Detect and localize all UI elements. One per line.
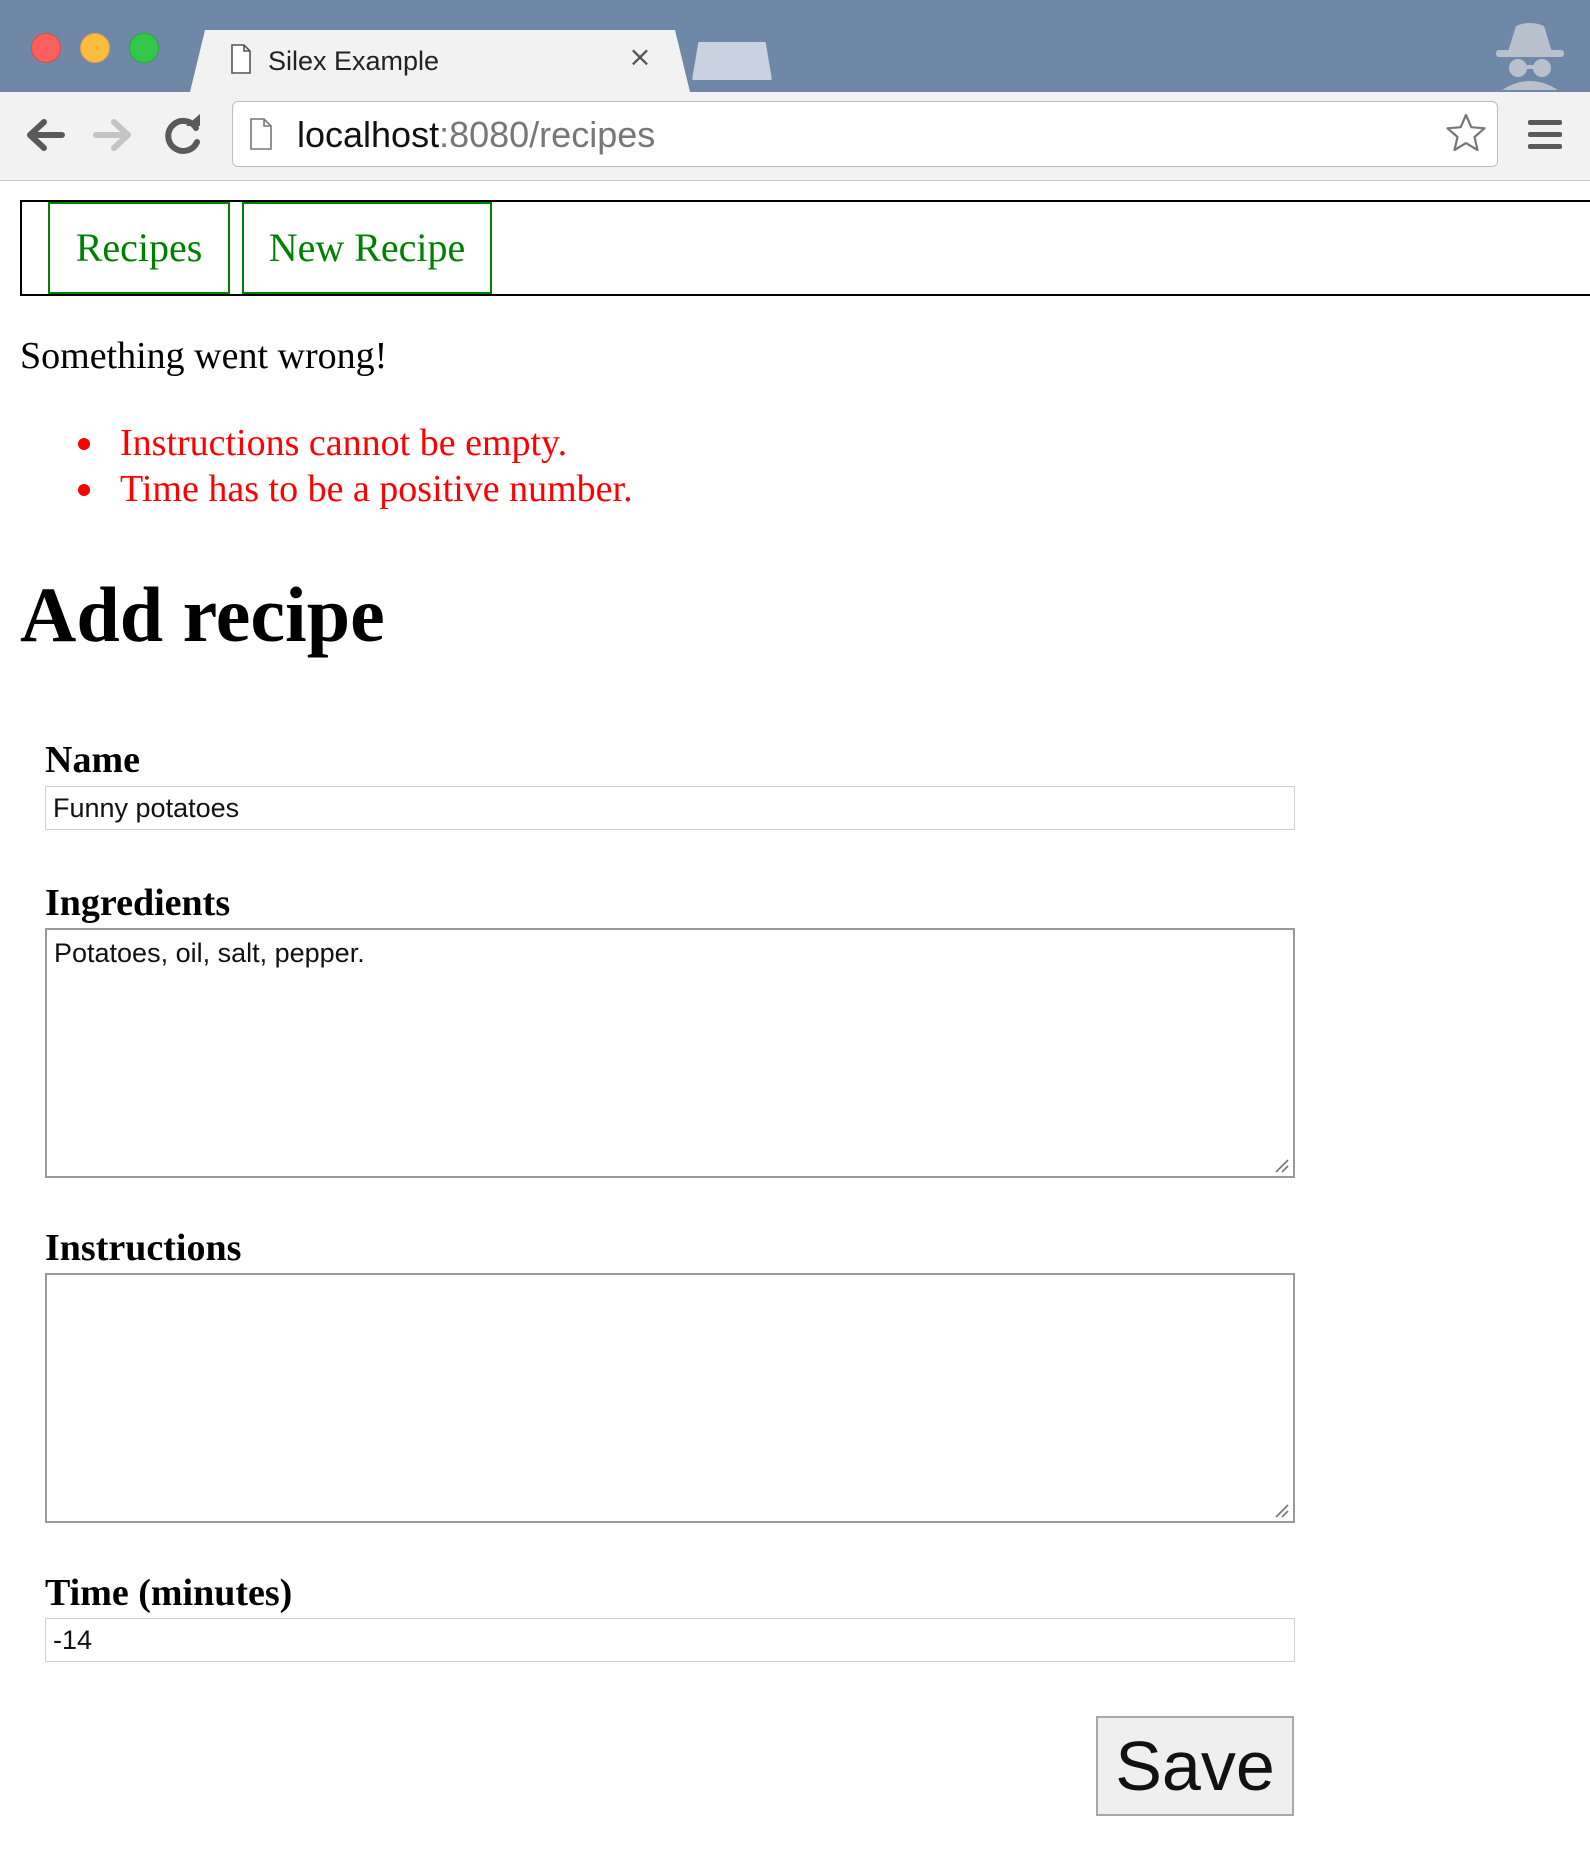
time-field[interactable]	[45, 1618, 1295, 1662]
close-window-button[interactable]	[31, 33, 61, 63]
ingredients-field[interactable]: Potatoes, oil, salt, pepper.	[45, 928, 1295, 1178]
bullet-icon	[78, 484, 90, 496]
url-path: :8080/recipes	[439, 114, 656, 155]
tab-title: Silex Example	[268, 46, 440, 76]
site-nav: Recipes New Recipe	[20, 200, 1590, 296]
incognito-icon	[1496, 23, 1564, 90]
forward-arrow-icon[interactable]	[90, 112, 136, 158]
bullet-icon	[78, 438, 90, 450]
nav-link-new-recipe[interactable]: New Recipe	[242, 202, 492, 294]
page-icon	[231, 44, 251, 74]
browser-tab[interactable]: Silex Example ×	[190, 30, 690, 92]
page-title: Add recipe	[20, 571, 385, 658]
reload-icon[interactable]	[160, 112, 206, 158]
browser-titlebar: Silex Example ×	[0, 0, 1590, 92]
instructions-label: Instructions	[45, 1227, 242, 1269]
new-tab-button[interactable]	[692, 42, 772, 80]
maximize-window-button[interactable]	[129, 33, 159, 63]
browser-toolbar: localhost:8080/recipes	[0, 92, 1590, 181]
star-icon[interactable]	[1445, 112, 1487, 154]
close-icon[interactable]: ×	[625, 40, 655, 76]
error-message: Instructions cannot be empty.	[120, 422, 568, 464]
ingredients-label: Ingredients	[45, 882, 231, 924]
error-list: Instructions cannot be empty. Time has t…	[78, 420, 633, 512]
minimize-window-button[interactable]	[80, 33, 110, 63]
page-icon	[250, 118, 272, 150]
name-label: Name	[45, 739, 140, 781]
error-item: Instructions cannot be empty.	[78, 420, 633, 466]
url-text[interactable]: localhost:8080/recipes	[297, 114, 655, 156]
url-host: localhost	[297, 114, 440, 155]
error-item: Time has to be a positive number.	[78, 466, 633, 512]
nav-link-recipes[interactable]: Recipes	[48, 202, 230, 294]
time-label: Time (minutes)	[45, 1572, 293, 1614]
address-bar[interactable]: localhost:8080/recipes	[232, 101, 1498, 167]
error-message: Time has to be a positive number.	[120, 468, 633, 510]
menu-icon[interactable]	[1524, 114, 1566, 156]
name-field[interactable]	[45, 786, 1295, 830]
instructions-field[interactable]	[45, 1273, 1295, 1523]
back-arrow-icon[interactable]	[22, 112, 68, 158]
resize-grip-icon[interactable]	[1272, 1156, 1290, 1174]
save-button[interactable]: Save	[1096, 1716, 1294, 1816]
error-heading: Something went wrong!	[20, 335, 388, 377]
resize-grip-icon[interactable]	[1272, 1501, 1290, 1519]
